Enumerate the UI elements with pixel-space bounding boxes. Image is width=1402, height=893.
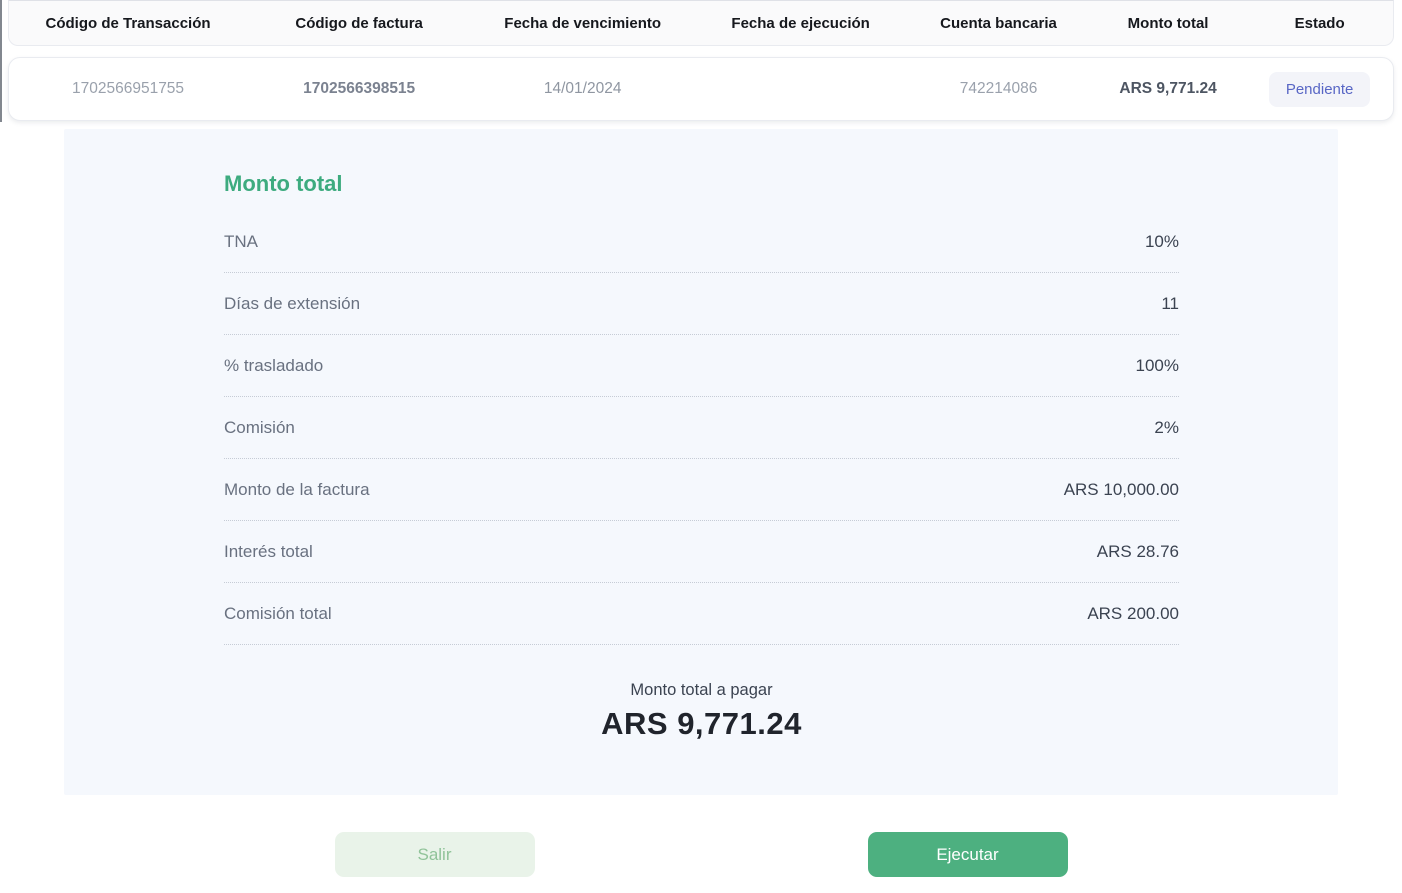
detail-value: 2% — [1154, 417, 1179, 437]
detail-row-invoice-amount: Monto de la factura ARS 10,000.00 — [224, 459, 1179, 521]
detail-value: ARS 200.00 — [1087, 603, 1179, 623]
column-header-bank-account: Cuenta bancaria — [940, 14, 1057, 32]
detail-label: TNA — [224, 231, 258, 251]
detail-row-total-commission: Comisión total ARS 200.00 — [224, 583, 1179, 645]
column-header-due-date: Fecha de vencimiento — [504, 14, 662, 32]
detail-row-extension-days: Días de extensión 11 — [224, 273, 1179, 335]
detail-row-commission: Comisión 2% — [224, 397, 1179, 459]
total-to-pay-block: Monto total a pagar ARS 9,771.24 — [224, 681, 1179, 742]
total-to-pay-label: Monto total a pagar — [630, 681, 773, 699]
exit-button[interactable]: Salir — [334, 832, 535, 877]
column-header-total-amount: Monto total — [1127, 14, 1209, 32]
window-edge-line — [0, 0, 2, 122]
detail-value: 10% — [1144, 231, 1179, 251]
detail-label: Interés total — [224, 541, 313, 561]
status-badge: Pendiente — [1268, 71, 1371, 107]
action-bar: Salir Ejecutar — [0, 832, 1402, 877]
detail-value: ARS 10,000.00 — [1063, 479, 1179, 499]
detail-label: Monto de la factura — [224, 479, 370, 499]
detail-label: Comisión — [224, 417, 295, 437]
table-header-row: Código de Transacción Código de factura … — [8, 0, 1394, 46]
detail-label: % trasladado — [224, 355, 324, 375]
detail-row-total-interest: Interés total ARS 28.76 — [224, 521, 1179, 583]
cell-transaction-code: 1702566951755 — [71, 80, 185, 97]
cell-due-date: 14/01/2024 — [543, 80, 622, 97]
column-header-invoice-code: Código de factura — [295, 14, 423, 32]
detail-value: 11 — [1161, 293, 1179, 313]
transactions-table: Código de Transacción Código de factura … — [0, 0, 1402, 122]
column-header-execution-date: Fecha de ejecución — [731, 14, 870, 32]
panel-title: Monto total — [224, 171, 343, 196]
detail-row-tna: TNA 10% — [224, 211, 1179, 273]
detail-row-transferred-pct: % trasladado 100% — [224, 335, 1179, 397]
amount-detail-panel: Monto total TNA 10% Días de extensión 11… — [64, 129, 1338, 795]
detail-value: 100% — [1135, 355, 1179, 375]
execute-button[interactable]: Ejecutar — [867, 832, 1068, 877]
detail-label: Comisión total — [224, 603, 332, 623]
column-header-status: Estado — [1294, 14, 1345, 32]
total-to-pay-value: ARS 9,771.24 — [601, 706, 802, 741]
cell-status: Pendiente — [1246, 71, 1393, 107]
cell-bank-account: 742214086 — [959, 80, 1038, 97]
cell-total-amount: ARS 9,771.24 — [1119, 80, 1217, 97]
column-header-transaction-code: Código de Transacción — [45, 14, 211, 32]
detail-label: Días de extensión — [224, 293, 361, 313]
detail-value: ARS 28.76 — [1096, 541, 1179, 561]
cell-invoice-code: 1702566398515 — [303, 80, 416, 97]
table-row[interactable]: 1702566951755 1702566398515 14/01/2024 7… — [8, 57, 1394, 121]
